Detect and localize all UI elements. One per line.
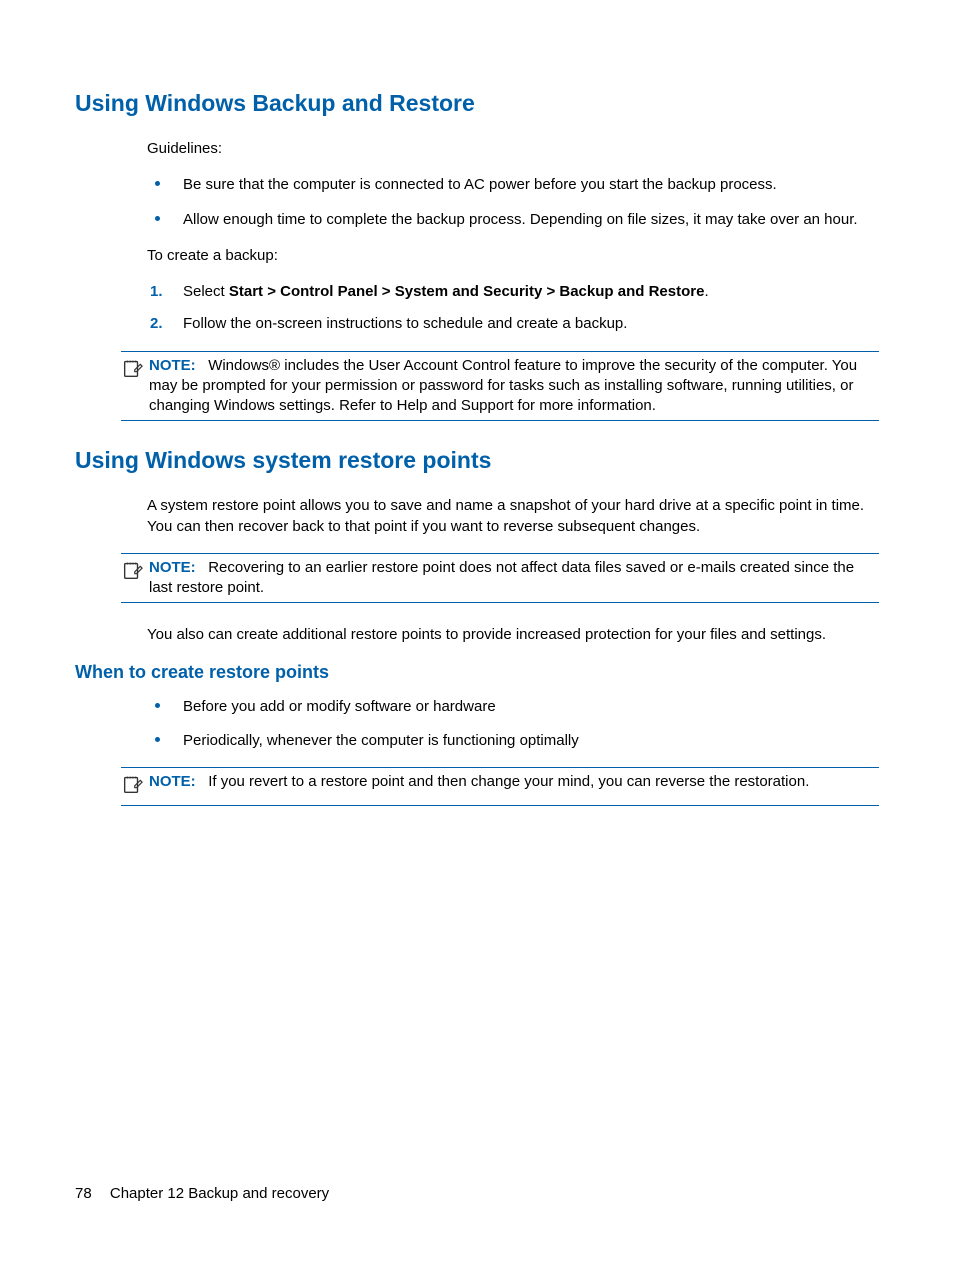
note-label: NOTE: (149, 559, 196, 576)
list-item: Periodically, whenever the computer is f… (147, 731, 879, 751)
guidelines-label: Guidelines: (147, 139, 879, 159)
bullet-icon (155, 703, 160, 708)
subheading-when-create: When to create restore points (75, 662, 879, 683)
restore-points-intro: A system restore point allows you to sav… (147, 496, 879, 537)
note-icon (121, 357, 145, 385)
note-label: NOTE: (149, 357, 196, 374)
page-number: 78 (75, 1185, 92, 1202)
bullet-icon (155, 737, 160, 742)
step-text-suffix: . (704, 283, 708, 300)
list-item-text: Before you add or modify software or har… (183, 698, 496, 715)
step-number: 1. (150, 282, 163, 302)
list-item-text: Periodically, whenever the computer is f… (183, 732, 579, 749)
note-box: NOTE: Windows® includes the User Account… (121, 351, 879, 422)
list-item: Be sure that the computer is connected t… (147, 175, 879, 195)
list-item: Allow enough time to complete the backup… (147, 210, 879, 230)
note-label: NOTE: (149, 773, 196, 790)
heading-backup-restore: Using Windows Backup and Restore (75, 90, 879, 117)
list-item-text: Be sure that the computer is connected t… (183, 176, 777, 193)
step-text-bold: Start > Control Panel > System and Secur… (229, 283, 705, 300)
step-text-prefix: Follow the on-screen instructions to sch… (183, 315, 627, 332)
list-item: 1. Select Start > Control Panel > System… (147, 282, 879, 302)
page-footer: 78 Chapter 12 Backup and recovery (75, 1185, 329, 1202)
additional-restore-points: You also can create additional restore p… (147, 625, 879, 645)
guidelines-list: Be sure that the computer is connected t… (147, 175, 879, 230)
step-text-prefix: Select (183, 283, 229, 300)
note-body: NOTE: If you revert to a restore point a… (149, 772, 879, 792)
bullet-icon (155, 216, 160, 221)
section-restore-points: Using Windows system restore points A sy… (75, 447, 879, 806)
step-number: 2. (150, 314, 163, 334)
note-body: NOTE: Recovering to an earlier restore p… (149, 558, 879, 599)
chapter-label: Chapter 12 Backup and recovery (110, 1185, 329, 1202)
steps-list: 1. Select Start > Control Panel > System… (147, 282, 879, 335)
note-icon (121, 559, 145, 587)
note-text: Windows® includes the User Account Contr… (149, 357, 857, 415)
note-box: NOTE: If you revert to a restore point a… (121, 767, 879, 806)
note-body: NOTE: Windows® includes the User Account… (149, 356, 879, 417)
note-text: Recovering to an earlier restore point d… (149, 559, 854, 596)
list-item: Before you add or modify software or har… (147, 697, 879, 717)
create-backup-label: To create a backup: (147, 246, 879, 266)
list-item-text: Allow enough time to complete the backup… (183, 211, 858, 228)
note-icon (121, 773, 145, 801)
bullet-icon (155, 181, 160, 186)
section-backup-restore: Using Windows Backup and Restore Guideli… (75, 90, 879, 421)
when-create-list: Before you add or modify software or har… (147, 697, 879, 752)
heading-restore-points: Using Windows system restore points (75, 447, 879, 474)
list-item: 2. Follow the on-screen instructions to … (147, 314, 879, 334)
note-box: NOTE: Recovering to an earlier restore p… (121, 553, 879, 604)
note-text: If you revert to a restore point and the… (208, 773, 809, 790)
